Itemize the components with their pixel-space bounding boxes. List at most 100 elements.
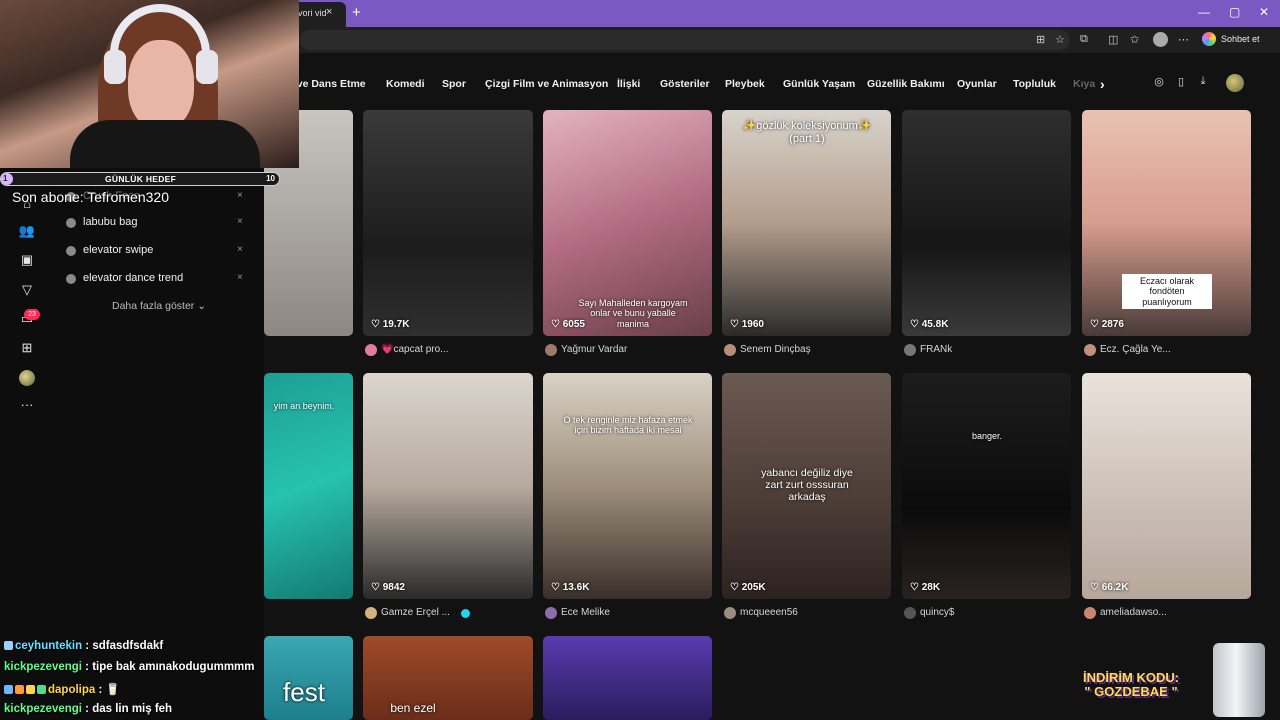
author-name[interactable]: FRANk <box>920 344 952 355</box>
author-name[interactable]: Ece Melike <box>561 607 610 618</box>
favorite-icon[interactable]: ☆ <box>1055 33 1065 46</box>
video-card[interactable]: yim an beynim. <box>264 373 353 599</box>
video-author[interactable]: FRANk <box>904 344 1073 358</box>
author-avatar[interactable] <box>904 607 916 619</box>
author-name[interactable]: Gamze Erçel ... <box>381 607 450 618</box>
chat-username: ceyhuntekin <box>15 640 83 652</box>
category-relationship[interactable]: İlişki <box>617 78 640 90</box>
video-card[interactable]: ✨gözlük koleksiyonum✨ (part 1) ♡ 1960 <box>722 110 891 336</box>
author-avatar[interactable] <box>545 344 557 356</box>
video-author[interactable]: 💗capcat pro... <box>365 344 535 358</box>
category-daily-life[interactable]: Günlük Yaşam <box>783 78 855 90</box>
explore-icon[interactable]: ▽ <box>14 282 40 302</box>
author-avatar[interactable] <box>904 344 916 356</box>
video-author[interactable]: Gamze Erçel ... <box>365 607 535 621</box>
browser-profile-avatar[interactable] <box>1153 32 1168 47</box>
video-card[interactable]: yabancı değiliz diye zart zurt osssuran … <box>722 373 891 599</box>
category-games[interactable]: Oyunlar <box>957 78 997 90</box>
remove-icon[interactable]: × <box>237 272 243 283</box>
author-avatar[interactable] <box>724 607 736 619</box>
like-count: ♡ 28K <box>910 582 941 593</box>
new-tab-button[interactable]: + <box>352 4 361 21</box>
category-community[interactable]: Topluluk <box>1013 78 1056 90</box>
video-author[interactable]: Senem Dinçbaş <box>724 344 893 358</box>
video-card[interactable]: ♡ 45.8K <box>902 110 1071 336</box>
author-name[interactable]: Senem Dinçbaş <box>740 344 811 355</box>
tab-close-icon[interactable]: × <box>326 6 332 18</box>
remove-icon[interactable]: × <box>237 244 243 255</box>
category-dance[interactable]: e ve Dans Etme <box>288 78 366 90</box>
category-lipsync[interactable]: Pleybek <box>725 78 765 90</box>
remove-icon[interactable]: × <box>237 190 243 201</box>
author-name[interactable]: 💗capcat pro... <box>381 344 448 355</box>
video-card[interactable] <box>543 636 712 720</box>
video-card[interactable]: ♡ 9842 <box>363 373 533 599</box>
chat-text: : das lin miş feh <box>81 703 173 715</box>
category-animation[interactable]: Çizgi Film ve Animasyon <box>485 78 608 90</box>
remove-icon[interactable]: × <box>237 216 243 227</box>
profile-avatar[interactable] <box>19 370 35 386</box>
author-avatar[interactable] <box>545 607 557 619</box>
recent-search-item[interactable]: elevator swipe × <box>62 242 252 262</box>
close-window-icon[interactable]: ✕ <box>1259 5 1269 19</box>
favorites-list-icon[interactable]: ✩ <box>1130 33 1139 46</box>
chat-text: : 🥛 <box>95 684 120 696</box>
video-card[interactable]: fest <box>264 636 353 720</box>
video-card[interactable]: ben ezel <box>363 636 533 720</box>
video-card[interactable]: ♡ 19.7K <box>363 110 533 336</box>
author-avatar[interactable] <box>724 344 736 356</box>
author-name[interactable]: mcqueeen56 <box>740 607 798 618</box>
category-sports[interactable]: Spor <box>442 78 466 90</box>
author-avatar[interactable] <box>365 607 377 619</box>
recent-search-text: elevator swipe <box>83 244 154 256</box>
goal-end-value: 10 <box>266 174 275 183</box>
category-clothing[interactable]: Kıya <box>1073 78 1095 90</box>
copilot-chat-button[interactable]: Sohbet et <box>1221 34 1260 44</box>
maximize-icon[interactable]: ▢ <box>1229 5 1240 19</box>
users-icon[interactable]: 👥 <box>14 223 40 243</box>
download-icon[interactable]: ⤓ <box>1196 75 1210 89</box>
video-card[interactable]: ♡ 66.2K <box>1082 373 1251 599</box>
video-author[interactable]: quincy$ <box>904 607 1073 621</box>
chat-badge-icon <box>26 685 35 694</box>
device-icon[interactable]: ▯ <box>1174 75 1188 89</box>
coins-icon[interactable]: ◎ <box>1152 75 1166 89</box>
address-bar[interactable] <box>300 30 1070 50</box>
extensions-icon[interactable]: ⧉ <box>1080 33 1088 46</box>
show-more-button[interactable]: Daha fazla göster ⌄ <box>112 300 206 312</box>
menu-icon[interactable]: ⋯ <box>1178 33 1189 46</box>
video-author[interactable]: Yağmur Vardar <box>545 344 714 358</box>
video-card[interactable]: O tek renginle miz hafaza etmek için biz… <box>543 373 712 599</box>
recent-search-item[interactable]: labubu bag × <box>62 214 252 234</box>
video-card[interactable]: Eczacı olarak fondöten puanlıyorum ♡ 2876 <box>1082 110 1251 336</box>
video-author[interactable]: Ece Melike <box>545 607 714 621</box>
copilot-icon[interactable] <box>1202 32 1216 46</box>
author-avatar[interactable] <box>1084 344 1096 356</box>
video-author[interactable]: ameliadawso... <box>1084 607 1253 621</box>
more-icon[interactable]: ··· <box>14 397 40 417</box>
author-name[interactable]: quincy$ <box>920 607 954 618</box>
upload-icon[interactable]: ⊞ <box>14 340 40 360</box>
like-count: ♡ 1960 <box>730 319 764 330</box>
live-icon[interactable]: ▣ <box>14 252 40 272</box>
author-name[interactable]: Ecz. Çağla Ye... <box>1100 344 1171 355</box>
category-beauty[interactable]: Güzellik Bakımı <box>867 78 945 90</box>
minimize-icon[interactable]: — <box>1198 5 1210 19</box>
account-avatar[interactable] <box>1226 74 1244 92</box>
category-next-button[interactable]: › <box>1100 76 1105 92</box>
recent-search-item[interactable]: elevator dance trend × <box>62 270 252 290</box>
browser-tab[interactable]: vori vid <box>292 2 346 27</box>
video-author[interactable]: mcqueeen56 <box>724 607 893 621</box>
split-screen-icon[interactable]: ◫ <box>1108 33 1118 46</box>
author-name[interactable]: Yağmur Vardar <box>561 344 627 355</box>
headphone-cup-right <box>196 50 218 84</box>
video-card[interactable]: banger. ♡ 28K <box>902 373 1071 599</box>
author-avatar[interactable] <box>1084 607 1096 619</box>
category-comedy[interactable]: Komedi <box>386 78 425 90</box>
video-card[interactable]: Sayı Mahalleden kargoyam onlar ve bunu y… <box>543 110 712 336</box>
author-name[interactable]: ameliadawso... <box>1100 607 1167 618</box>
apps-icon[interactable]: ⊞ <box>1036 33 1045 46</box>
category-shows[interactable]: Gösteriler <box>660 78 710 90</box>
video-author[interactable]: Ecz. Çağla Ye... <box>1084 344 1253 358</box>
author-avatar[interactable] <box>365 344 377 356</box>
